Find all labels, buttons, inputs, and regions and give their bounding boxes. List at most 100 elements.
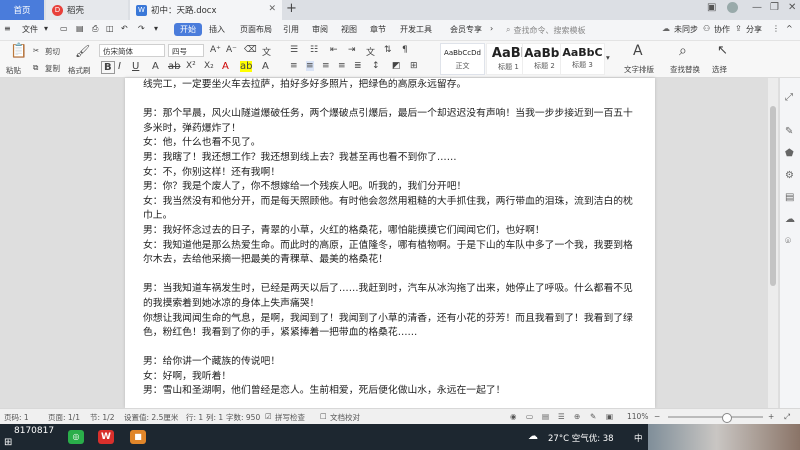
underline-icon[interactable]: U [132,61,139,72]
tab-document[interactable]: W 初中：天路.docx ✕ [130,0,282,20]
zoom-level[interactable]: 110% [627,412,648,421]
not-synced-button[interactable]: 未同步 [674,24,698,35]
char-border-icon[interactable]: A [262,61,269,72]
spellcheck-button[interactable]: 拼写检查 [275,412,305,423]
document-paragraph[interactable]: 女：我当然没有和他分开，而是每天照顾他。有时他会忽然用粗糙的大手抓住我，两行带血… [143,195,633,224]
chinese-layout-icon[interactable]: 文 [366,45,375,58]
distributed-icon[interactable]: ≣ [354,61,362,71]
close-tab-icon[interactable]: ✕ [268,4,276,14]
font-size-select[interactable]: 四号 [168,44,204,57]
select-button[interactable]: 选择 [712,64,727,75]
status-position[interactable]: 设置值: 2.5厘米 [124,412,178,423]
status-pages[interactable]: 页面: 1/1 [48,412,80,423]
menu-review[interactable]: 审阅 [312,24,328,35]
bullet-list-icon[interactable]: ☰ [290,45,298,55]
view-full-icon[interactable]: ▭ [526,412,533,421]
cut-button[interactable]: 剪切 [45,46,60,57]
subscript-icon[interactable]: X₂ [204,61,214,71]
increase-indent-icon[interactable]: ⇥ [348,45,356,55]
share-button[interactable]: 分享 [746,24,762,35]
vertical-scrollbar[interactable] [768,78,778,408]
font-color-icon[interactable]: A [222,61,229,72]
document-paragraph[interactable]: 男：雪山和圣湖啊，他们曾经是恋人。生前相爱，死后便化做山水，永远在一起了！ [143,384,633,399]
redo-icon[interactable]: ↷ [138,24,145,33]
app-icon[interactable]: ■ [130,430,146,444]
grow-font-icon[interactable]: A⁺ [210,45,221,55]
styles-expand-icon[interactable]: ▾ [606,53,610,62]
tab-daoke[interactable]: D 稻壳 [46,0,128,20]
location-icon[interactable]: ⌾ [785,236,791,247]
folder-icon[interactable]: ▤ [76,24,84,33]
tab-home[interactable]: 首页 [0,0,44,20]
cut-icon[interactable]: ✂ [33,46,39,55]
document-paragraph[interactable]: 男：给你讲一个藏族的传说吧！ [143,355,633,370]
more-options-icon[interactable]: ⋮ [772,24,780,33]
more-icon[interactable]: › [490,24,493,33]
zoom-out-icon[interactable]: − [654,412,660,421]
menu-member[interactable]: 会员专享 [450,24,482,35]
document-paragraph[interactable]: 线完工，一定要坐火车去拉萨，拍好多好多照片，把绿色的高原永远留存。 [143,78,633,93]
ime-indicator[interactable]: 中 [634,432,643,444]
blank-line[interactable] [143,268,633,283]
menu-view[interactable]: 视图 [341,24,357,35]
decrease-indent-icon[interactable]: ⇤ [330,45,338,55]
settings-icon[interactable]: ⚙ [785,170,794,181]
menu-reference[interactable]: 引用 [283,24,299,35]
preview-icon[interactable]: ◫ [106,24,114,33]
align-right-icon[interactable]: ≡ [322,61,330,71]
pin-icon[interactable]: ⤢ [785,92,793,103]
paste-button[interactable]: 粘贴 [6,65,21,76]
document-body[interactable]: 线完工，一定要坐火车去拉萨，拍好多好多照片，把绿色的高原永远留存。 男：那个早晨，… [143,78,633,399]
style-normal[interactable]: AaBbCcDd 正文 [440,43,485,75]
cloud-icon[interactable]: ☁ [785,214,795,225]
zoom-slider-thumb[interactable] [722,413,733,423]
align-center-icon[interactable]: ≡ [306,61,314,71]
numbered-list-icon[interactable]: ☷ [310,45,318,55]
view-web-icon[interactable]: ⊕ [574,412,580,421]
align-left-icon[interactable]: ≡ [290,61,298,71]
wps-icon[interactable]: W [98,430,114,444]
show-marks-icon[interactable]: ¶ [402,45,408,55]
undo-icon[interactable]: ↶ [121,24,128,33]
document-paragraph[interactable]: 女：不，你别这样！还有我啊！ [143,166,633,181]
document-paragraph[interactable]: 你想让我闻闻生命的气息，是啊，我闻到了！我闻到了小草的清香，还有小花的芬芳！而且… [143,312,633,341]
view-outline-icon[interactable]: ☰ [558,412,565,421]
hamburger-icon[interactable]: ≡ [4,24,11,33]
bold-icon[interactable]: B [101,61,115,74]
paste-icon[interactable]: 📋 [10,43,27,59]
font-name-select[interactable]: 仿宋简体 [99,44,165,57]
clear-format-icon[interactable]: ⌫ [244,45,257,55]
menu-file[interactable]: 文件 [22,24,38,35]
document-page[interactable]: 线完工，一定要坐火车去拉萨，拍好多好多照片，把绿色的高原永远留存。 男：那个早晨，… [125,78,655,408]
document-paragraph[interactable]: 女：好啊，我听着！ [143,370,633,385]
scrollbar-thumb[interactable] [770,106,776,286]
select-icon[interactable]: ↖ [717,43,728,58]
view-page-icon[interactable]: ▤ [542,412,549,421]
chevron-down-icon[interactable]: ▾ [44,24,48,33]
view-read-icon[interactable]: ▣ [606,412,613,421]
menu-developer[interactable]: 开发工具 [400,24,432,35]
layers-icon[interactable]: ▤ [785,192,794,203]
text-layout-icon[interactable]: A [633,43,643,59]
weather-text[interactable]: 27°C 空气优: 38 [548,432,614,444]
view-write-icon[interactable]: ✎ [590,412,596,421]
minimize-icon[interactable]: — [752,2,762,13]
italic-icon[interactable]: I [118,61,121,72]
collapse-ribbon-icon[interactable]: ^ [786,24,793,33]
shrink-font-icon[interactable]: A⁻ [226,45,237,55]
document-paragraph[interactable]: 男：你？我是个废人了，你不想嫁给一个残疾人吧。听我的，我们分开吧！ [143,180,633,195]
document-paragraph[interactable]: 女：他，什么也看不见了。 [143,136,633,151]
save-icon[interactable]: ▭ [60,24,68,33]
superscript-icon[interactable]: X² [186,61,196,71]
wechat-icon[interactable]: ◎ [68,430,84,444]
document-paragraph[interactable]: 女：我知道他是那么热爱生命。而此时的高原，正值隆冬，哪有植物啊。于是下山的车队中… [143,239,633,268]
start-menu-icon[interactable]: ⊞ [4,437,12,448]
copy-button[interactable]: 复制 [45,63,60,74]
avatar[interactable] [727,2,738,13]
status-section[interactable]: 节: 1/2 [90,412,114,423]
sort-icon[interactable]: ⇅ [384,45,392,55]
style-heading-3[interactable]: AaBbC 标题 3 [560,43,605,75]
format-painter-button[interactable]: 格式刷 [68,65,91,76]
format-painter-icon[interactable]: 🖌 [75,44,90,58]
restore-icon[interactable]: ❐ [770,2,779,13]
